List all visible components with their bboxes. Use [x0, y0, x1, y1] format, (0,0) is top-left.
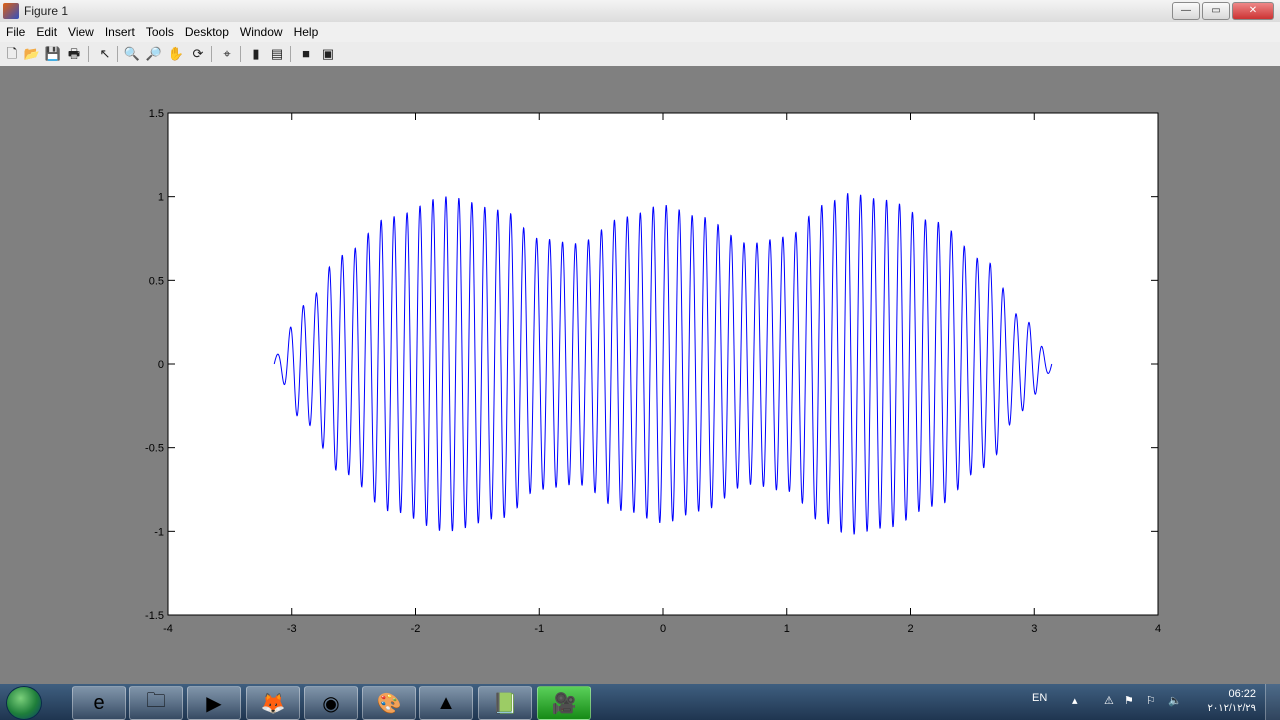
notes-taskbar-icon[interactable]: 📗 — [478, 686, 532, 720]
camera-taskbar-icon[interactable]: 🎥 — [537, 686, 591, 720]
pan-hand-icon[interactable]: ✋ — [167, 45, 185, 63]
explorer-taskbar-icon[interactable]: 🗀 — [129, 686, 183, 720]
y-tick-label: 0 — [158, 359, 164, 371]
volume-icon[interactable]: 🔈 — [1168, 694, 1182, 707]
x-tick-label: -4 — [163, 623, 173, 635]
plot-axes-svg[interactable]: -4 -3 -2 -1 0 1 2 3 4 -1.5 -1 -0.5 0 0.5 1 1.5 — [0, 66, 1280, 684]
y-tick-label: 1.5 — [149, 108, 164, 120]
print-icon[interactable]: 🖶 — [65, 45, 83, 63]
x-tick-label: 3 — [1031, 623, 1037, 635]
paint-taskbar-icon[interactable]: 🎨 — [362, 686, 416, 720]
toolbar-separator — [290, 46, 291, 62]
close-button[interactable]: ✕ — [1232, 2, 1274, 20]
ie-taskbar-icon[interactable]: e — [72, 686, 126, 720]
y-tick-label: 0.5 — [149, 275, 164, 287]
figure-canvas[interactable]: -4 -3 -2 -1 0 1 2 3 4 -1.5 -1 -0.5 0 0.5 1 1.5 — [0, 66, 1280, 684]
action-center-icon[interactable]: ⚐ — [1146, 694, 1156, 707]
open-file-icon[interactable]: 📂 — [23, 45, 41, 63]
show-plot-tools-icon[interactable]: ▣ — [319, 45, 337, 63]
menu-view[interactable]: View — [62, 22, 99, 39]
toolbar-separator — [211, 46, 212, 62]
matlab-figure-icon — [3, 3, 19, 19]
insert-colorbar-icon[interactable]: ▮ — [247, 45, 265, 63]
window-controls: — ▭ ✕ — [1172, 2, 1274, 20]
chrome-taskbar-icon[interactable]: ◉ — [304, 686, 358, 720]
start-button[interactable] — [6, 686, 42, 720]
menu-edit[interactable]: Edit — [30, 22, 62, 39]
save-icon[interactable]: 💾 — [44, 45, 62, 63]
toolbar-separator — [88, 46, 89, 62]
x-tick-label: 1 — [784, 623, 790, 635]
maximize-button[interactable]: ▭ — [1202, 2, 1230, 20]
media-player-taskbar-icon[interactable]: ▶ — [187, 686, 241, 720]
figure-toolbar: 🗋 📂 💾 🖶 ↖ 🔍 🔎 ✋ ⟳ ⌖ ▮ ▤ ■ ▣ — [0, 42, 1280, 67]
firefox-taskbar-icon[interactable]: 🦊 — [246, 686, 300, 720]
y-tick-label: -0.5 — [145, 443, 164, 455]
x-tick-label: -3 — [287, 623, 297, 635]
toolbar-separator — [117, 46, 118, 62]
toolbar-separator — [240, 46, 241, 62]
window-titlebar[interactable]: Figure 1 — ▭ ✕ — [0, 0, 1280, 23]
zoom-in-icon[interactable]: 🔍 — [123, 45, 141, 63]
window-title: Figure 1 — [24, 4, 69, 18]
windows-taskbar: e 🗀 ▶ 🦊 ◉ 🎨 ▲ 📗 🎥 EN ▴ ⚠ ⚑ ⚐ 🔈 06:22 ۲۰۱… — [0, 684, 1280, 720]
x-tick-label: 2 — [907, 623, 913, 635]
y-tick-label: 1 — [158, 192, 164, 204]
y-tick-label: -1 — [154, 526, 164, 538]
language-indicator[interactable]: EN — [1032, 692, 1047, 704]
menu-bar: File Edit View Insert Tools Desktop Window Help — [0, 22, 1280, 42]
tray-arrow-icon[interactable]: ▴ — [1072, 694, 1078, 707]
select-arrow-icon[interactable]: ↖ — [96, 45, 114, 63]
data-cursor-icon[interactable]: ⌖ — [218, 45, 236, 63]
menu-desktop[interactable]: Desktop — [179, 22, 234, 39]
hide-plot-tools-icon[interactable]: ■ — [297, 45, 315, 63]
x-tick-label: -1 — [534, 623, 544, 635]
clock-time[interactable]: 06:22 — [1228, 688, 1256, 700]
matlab-taskbar-icon[interactable]: ▲ — [419, 686, 473, 720]
x-tick-label: 4 — [1155, 623, 1161, 635]
menu-insert[interactable]: Insert — [99, 22, 140, 39]
system-tray: EN ▴ ⚠ ⚑ ⚐ 🔈 06:22 ۲۰۱۲/۱۲/۲۹ — [1000, 684, 1280, 720]
x-tick-label: -2 — [411, 623, 421, 635]
menu-window[interactable]: Window — [234, 22, 288, 39]
menu-file[interactable]: File — [0, 22, 30, 39]
menu-help[interactable]: Help — [288, 22, 324, 39]
network-icon[interactable]: ⚠ — [1104, 694, 1114, 707]
rotate-3d-icon[interactable]: ⟳ — [189, 45, 207, 63]
tray-app-icon[interactable]: ⚑ — [1124, 694, 1134, 707]
insert-legend-icon[interactable]: ▤ — [268, 45, 286, 63]
y-tick-label: -1.5 — [145, 610, 164, 622]
menu-tools[interactable]: Tools — [140, 22, 179, 39]
zoom-out-icon[interactable]: 🔎 — [145, 45, 163, 63]
show-desktop-button[interactable] — [1265, 684, 1280, 720]
clock-date[interactable]: ۲۰۱۲/۱۲/۲۹ — [1207, 703, 1256, 714]
new-figure-icon[interactable]: 🗋 — [3, 45, 21, 63]
minimize-button[interactable]: — — [1172, 2, 1200, 20]
x-tick-label: 0 — [660, 623, 666, 635]
